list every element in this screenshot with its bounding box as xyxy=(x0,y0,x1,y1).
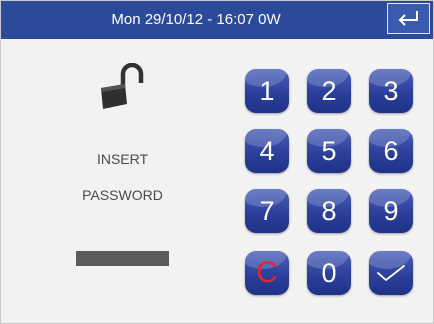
checkmark-icon xyxy=(377,265,405,281)
confirm-button[interactable] xyxy=(369,251,413,295)
key-0[interactable]: 0 xyxy=(307,251,351,295)
key-0-label: 0 xyxy=(321,258,337,288)
key-6[interactable]: 6 xyxy=(369,129,413,173)
key-8-label: 8 xyxy=(321,196,337,226)
unlocked-padlock-icon xyxy=(101,63,144,109)
password-input[interactable] xyxy=(76,251,169,266)
key-3[interactable]: 3 xyxy=(369,69,413,113)
key-1[interactable]: 1 xyxy=(245,69,289,113)
insert-label: INSERT xyxy=(96,151,149,167)
key-8[interactable]: 8 xyxy=(307,189,351,233)
key-2[interactable]: 2 xyxy=(307,69,351,113)
key-7-label: 7 xyxy=(259,196,275,226)
return-arrow-icon xyxy=(398,11,418,26)
date-time-power-readout: Mon 29/10/12 - 16:07 0W xyxy=(111,11,281,28)
status-bar: Mon 29/10/12 - 16:07 0W xyxy=(1,1,433,39)
key-4[interactable]: 4 xyxy=(245,129,289,173)
key-3-label: 3 xyxy=(383,76,399,106)
clear-button[interactable]: C xyxy=(245,251,289,295)
key-9-label: 9 xyxy=(383,196,399,226)
key-5-label: 5 xyxy=(321,136,337,166)
key-6-label: 6 xyxy=(383,136,399,166)
key-9[interactable]: 9 xyxy=(369,189,413,233)
clear-label: C xyxy=(256,256,278,289)
password-label: PASSWORD xyxy=(82,187,163,203)
key-5[interactable]: 5 xyxy=(307,129,351,173)
key-7[interactable]: 7 xyxy=(245,189,289,233)
key-2-label: 2 xyxy=(321,76,337,106)
back-button[interactable] xyxy=(387,3,430,34)
key-4-label: 4 xyxy=(259,136,275,166)
key-1-label: 1 xyxy=(259,76,275,106)
screen-frame: Mon 29/10/12 - 16:07 0W INSERT PASSWORD … xyxy=(0,0,434,324)
